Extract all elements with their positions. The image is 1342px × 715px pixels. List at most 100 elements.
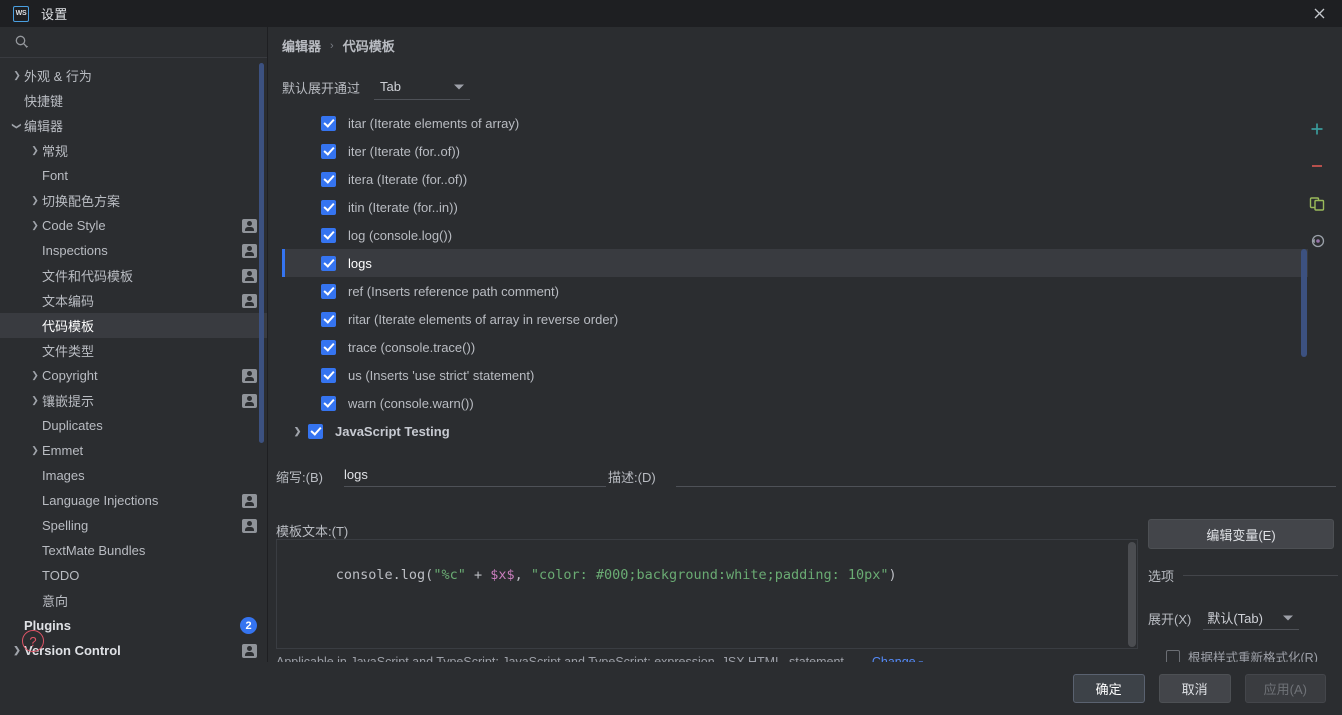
sidebar-item-8[interactable]: ❯文件和代码模板 (0, 263, 267, 288)
sidebar-item-label: 意向 (42, 594, 69, 609)
chevron-down-icon (1283, 615, 1294, 620)
template-checkbox[interactable] (321, 227, 336, 243)
cancel-button[interactable]: 取消 (1158, 674, 1231, 703)
editor-scrollbar[interactable] (1128, 542, 1136, 647)
expand-option-row: 展开(X) 默认(Tab) (1148, 606, 1338, 630)
template-checkbox[interactable] (321, 115, 336, 131)
sidebar-item-19[interactable]: ❯TextMate Bundles (0, 538, 267, 563)
breadcrumb-parent[interactable]: 编辑器 (282, 36, 321, 55)
sidebar-item-label: Language Injections (42, 493, 159, 508)
template-checkbox[interactable] (321, 311, 336, 327)
sidebar-item-15[interactable]: ❯ Emmet (0, 438, 267, 463)
template-list-item[interactable]: itin (Iterate (for..in)) (282, 193, 1308, 221)
chevron-right-icon[interactable]: ❯ (28, 144, 42, 158)
template-checkbox[interactable] (321, 283, 336, 299)
sidebar-item-17[interactable]: ❯Language Injections (0, 488, 267, 513)
expand-option-value: 默认(Tab) (1207, 611, 1263, 626)
template-checkbox[interactable] (321, 339, 336, 355)
sidebar-item-16[interactable]: ❯Images (0, 463, 267, 488)
template-list-item[interactable]: iter (Iterate (for..of)) (282, 137, 1308, 165)
template-text-editor[interactable]: console.log("%c" + $x$, "color: #000;bac… (276, 539, 1138, 649)
code-token-string: "color: #000;background:white;padding: 1… (530, 567, 889, 583)
user-profile-icon (242, 518, 257, 533)
sidebar-item-3[interactable]: ❯ 常规 (0, 138, 267, 163)
sidebar-item-12[interactable]: ❯ Copyright (0, 363, 267, 388)
sidebar-item-trailing (242, 643, 257, 658)
options-section-label: 选项 (1148, 569, 1175, 584)
description-input[interactable] (676, 463, 1336, 487)
chevron-down-icon[interactable]: ❯ (10, 119, 24, 133)
template-list[interactable]: itar (Iterate elements of array) iter (It… (282, 109, 1308, 464)
remove-icon[interactable] (1302, 152, 1332, 180)
sidebar-item-11[interactable]: ❯文件类型 (0, 338, 267, 363)
chevron-right-icon[interactable]: ❯ (291, 426, 304, 437)
template-checkbox[interactable] (308, 423, 323, 439)
template-label: us (Inserts 'use strict' statement) (348, 367, 535, 383)
abbreviation-input[interactable]: logs (344, 463, 606, 487)
close-icon[interactable] (1296, 0, 1342, 27)
sidebar-item-13[interactable]: ❯ 镶嵌提示 (0, 388, 267, 413)
help-icon[interactable]: ? (22, 630, 44, 652)
sidebar-item-10[interactable]: ❯代码模板 (0, 313, 267, 338)
chevron-right-icon[interactable]: ❯ (10, 69, 24, 83)
sidebar-item-6[interactable]: ❯ Code Style (0, 213, 267, 238)
template-list-item[interactable]: ritar (Iterate elements of array in reve… (282, 305, 1308, 333)
template-label: itar (Iterate elements of array) (348, 115, 520, 131)
template-checkbox[interactable] (321, 255, 336, 271)
chevron-right-icon[interactable]: ❯ (28, 369, 42, 383)
search-input[interactable] (0, 27, 267, 58)
template-list-item[interactable]: log (console.log()) (282, 221, 1308, 249)
chevron-right-icon[interactable]: ❯ (28, 394, 42, 408)
copy-icon[interactable] (1302, 189, 1332, 217)
sidebar-item-18[interactable]: ❯Spelling (0, 513, 267, 538)
user-profile-icon (242, 368, 257, 383)
add-icon[interactable] (1302, 115, 1332, 143)
sidebar-item-4[interactable]: ❯Font (0, 163, 267, 188)
chevron-right-icon[interactable]: ❯ (10, 644, 24, 658)
template-checkbox[interactable] (321, 171, 336, 187)
template-list-item[interactable]: warn (console.warn()) (282, 389, 1308, 417)
template-list-item[interactable]: us (Inserts 'use strict' statement) (282, 361, 1308, 389)
sidebar-item-5[interactable]: ❯ 切换配色方案 (0, 188, 267, 213)
sidebar-item-0[interactable]: ❯ 外观 & 行为 (0, 63, 267, 88)
sidebar-item-20[interactable]: ❯TODO (0, 563, 267, 588)
chevron-right-icon[interactable]: ❯ (28, 194, 42, 208)
sidebar-item-14[interactable]: ❯Duplicates (0, 413, 267, 438)
template-list-item[interactable]: trace (console.trace()) (282, 333, 1308, 361)
sidebar-item-9[interactable]: ❯文本编码 (0, 288, 267, 313)
template-checkbox[interactable] (321, 199, 336, 215)
sidebar-scrollbar[interactable] (259, 63, 264, 443)
expand-option-select[interactable]: 默认(Tab) (1203, 606, 1300, 630)
webstorm-logo-icon: WS (13, 5, 29, 22)
expand-with-select[interactable]: Tab (374, 74, 471, 100)
template-list-item[interactable]: ref (Inserts reference path comment) (282, 277, 1308, 305)
template-list-scrollbar[interactable] (1301, 249, 1307, 357)
sidebar-item-label: TODO (42, 568, 80, 583)
code-token-variable: $x$ (490, 567, 515, 583)
template-list-item[interactable]: itar (Iterate elements of array) (282, 109, 1308, 137)
sidebar-item-2[interactable]: ❯ 编辑器 (0, 113, 267, 138)
template-list-item[interactable]: itera (Iterate (for..of)) (282, 165, 1308, 193)
user-profile-icon (242, 243, 257, 258)
ok-button[interactable]: 确定 (1072, 674, 1145, 703)
sidebar-item-label: 切换配色方案 (42, 194, 121, 209)
sidebar-item-trailing (242, 368, 257, 383)
chevron-right-icon[interactable]: ❯ (28, 444, 42, 458)
template-list-item[interactable]: ❯ JavaScript Testing (282, 417, 1308, 445)
sidebar-item-label: Inspections (42, 243, 108, 258)
template-checkbox[interactable] (321, 395, 336, 411)
revert-icon[interactable] (1302, 226, 1332, 254)
template-checkbox[interactable] (321, 367, 336, 383)
sidebar-item-label: 文本编码 (42, 294, 95, 309)
sidebar-item-21[interactable]: ❯意向 (0, 588, 267, 613)
settings-sidebar: ❯外观 & 行为❯快捷键❯编辑器❯常规❯Font❯切换配色方案❯Code Sty… (0, 27, 268, 662)
chevron-right-icon[interactable]: ❯ (28, 219, 42, 233)
template-label: warn (console.warn()) (348, 395, 474, 411)
sidebar-item-7[interactable]: ❯Inspections (0, 238, 267, 263)
template-list-item[interactable]: logs (282, 249, 1308, 277)
sidebar-item-1[interactable]: ❯快捷键 (0, 88, 267, 113)
template-checkbox[interactable] (321, 143, 336, 159)
template-label: ritar (Iterate elements of array in reve… (348, 311, 619, 327)
edit-variables-button[interactable]: 编辑变量(E) (1148, 519, 1334, 549)
apply-button[interactable]: 应用(A) (1244, 674, 1326, 703)
